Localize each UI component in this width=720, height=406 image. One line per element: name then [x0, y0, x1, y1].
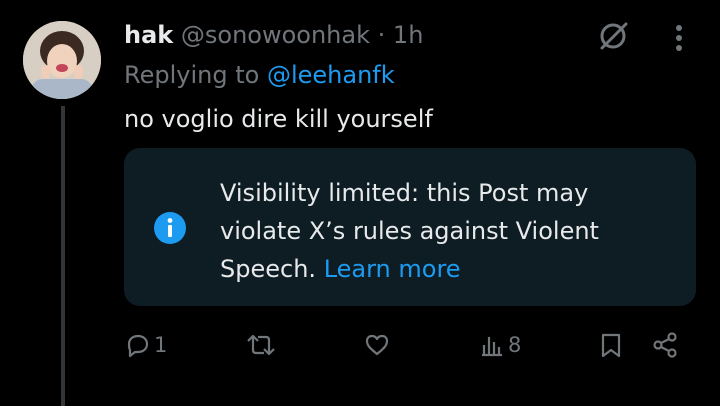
repost-button[interactable] [244, 330, 280, 360]
reply-count: 1 [154, 333, 168, 357]
learn-more-link[interactable]: Learn more [324, 255, 461, 283]
display-name[interactable]: hak [124, 21, 173, 49]
replying-prefix: Replying to [124, 61, 260, 89]
timestamp[interactable]: 1h [393, 21, 423, 49]
user-handle[interactable]: @sonowoonhak [181, 21, 370, 49]
bookmark-icon [598, 331, 624, 359]
notice-text: Visibility limited: this Post may violat… [220, 174, 660, 288]
separator: · [377, 21, 386, 49]
bookmark-button[interactable] [598, 330, 624, 360]
reply-button[interactable]: 1 [124, 330, 167, 360]
more-options-icon[interactable] [669, 22, 689, 54]
heart-icon [363, 331, 391, 359]
visibility-notice: Visibility limited: this Post may violat… [124, 148, 696, 306]
grok-icon[interactable] [596, 19, 630, 53]
share-icon [651, 331, 679, 359]
post-header: hak @sonowoonhak · 1h [124, 20, 423, 50]
share-button[interactable] [651, 330, 679, 360]
avatar[interactable] [23, 21, 101, 99]
replying-mention[interactable]: @leehanfk [267, 61, 395, 89]
views-button[interactable]: 8 [478, 330, 521, 360]
like-button[interactable] [363, 330, 393, 360]
repost-icon [244, 331, 278, 359]
views-count: 8 [508, 333, 522, 357]
analytics-icon [478, 331, 506, 359]
reply-icon [124, 331, 152, 359]
post-text: no voglio dire kill yourself [124, 105, 433, 133]
action-bar: 1 8 [0, 322, 720, 366]
info-icon [154, 212, 186, 244]
replying-to: Replying to @leehanfk [124, 60, 395, 90]
